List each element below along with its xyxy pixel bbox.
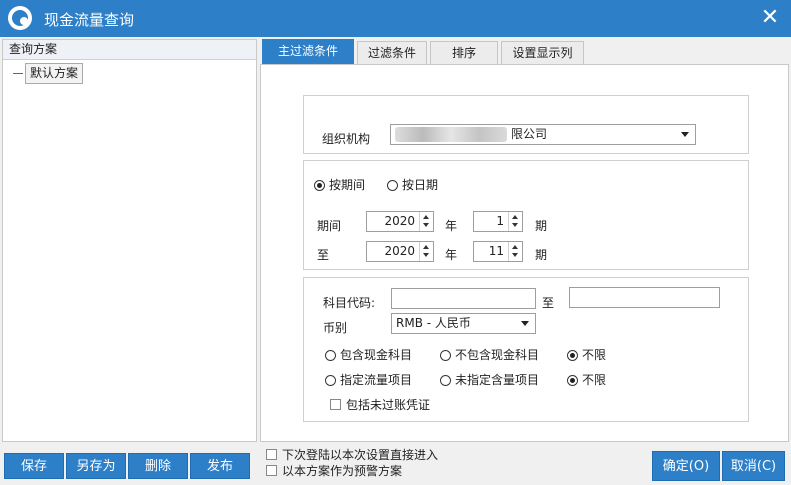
radio-cash-unlimited[interactable]: 不限 [567, 347, 606, 363]
period-from-label: 期间 [317, 219, 342, 233]
checkbox-label: 包括未过账凭证 [346, 398, 431, 412]
checkbox-next-login[interactable]: 下次登陆以本次设置直接进入 [266, 447, 438, 463]
period-unit-label: 期 [535, 219, 548, 233]
tab-display-columns[interactable]: 设置显示列 [501, 41, 584, 65]
tree-connector [13, 73, 23, 74]
currency-value: RMB - 人民币 [396, 316, 471, 330]
radio-label: 不包含现金科目 [455, 348, 540, 362]
spin-down-icon[interactable] [423, 223, 429, 227]
radio-dot [440, 375, 451, 386]
currency-select[interactable]: RMB - 人民币 [391, 313, 536, 334]
radio-label: 不限 [582, 348, 607, 362]
year-unit-label: 年 [445, 248, 458, 262]
to-period-value: 11 [488, 244, 504, 258]
spin-up-icon[interactable] [512, 245, 518, 249]
tree-item-default-scheme[interactable]: 默认方案 [25, 63, 84, 84]
radio-by-date[interactable]: 按日期 [387, 177, 438, 193]
footer-bar: 保存 另存为 删除 发布 下次登陆以本次设置直接进入 以本方案作为预警方案 确定… [0, 445, 791, 485]
from-year-value: 2020 [384, 214, 415, 228]
radio-specified-flow[interactable]: 指定流量项目 [325, 372, 412, 388]
dropdown-arrow-icon [681, 132, 689, 137]
tab-main-filter[interactable]: 主过滤条件 [262, 39, 354, 65]
dropdown-arrow-icon [521, 321, 529, 326]
tab-sort[interactable]: 排序 [430, 41, 498, 65]
spin-up-icon[interactable] [423, 245, 429, 249]
radio-dot-selected [567, 375, 578, 386]
org-select[interactable]: 限公司 [390, 124, 696, 145]
cancel-button[interactable]: 取消(C) [722, 451, 785, 481]
checkbox-box [330, 399, 341, 410]
to-year-stepper[interactable]: 2020 [366, 241, 434, 262]
scheme-panel-header: 查询方案 [3, 40, 256, 60]
radio-exclude-cash[interactable]: 不包含现金科目 [440, 347, 539, 363]
radio-flow-unlimited[interactable]: 不限 [567, 372, 606, 388]
account-group: 科目代码: 至 币别 RMB - 人民币 包含现金科目 不包含现金科目 不限 指… [303, 277, 749, 422]
radio-label: 未指定含量项目 [455, 373, 540, 387]
spin-down-icon[interactable] [512, 253, 518, 257]
checkbox-label: 以本方案作为预警方案 [282, 464, 403, 478]
org-value-suffix: 限公司 [511, 127, 548, 141]
checkbox-label: 下次登陆以本次设置直接进入 [282, 448, 439, 462]
from-period-value: 1 [496, 214, 504, 228]
to-period-stepper[interactable]: 11 [473, 241, 523, 262]
close-icon[interactable]: ✕ [757, 4, 783, 32]
radio-label: 按期间 [329, 178, 366, 192]
radio-label: 包含现金科目 [340, 348, 413, 362]
radio-dot [387, 180, 398, 191]
period-to-label: 至 [317, 248, 330, 262]
spin-up-icon[interactable] [423, 215, 429, 219]
tab-filter[interactable]: 过滤条件 [357, 41, 427, 65]
period-group: 按期间 按日期 期间 2020 年 1 期 至 2020 年 11 期 [303, 160, 749, 270]
radio-dot [325, 350, 336, 361]
radio-label: 不限 [582, 373, 607, 387]
checkbox-box [266, 449, 277, 460]
publish-button[interactable]: 发布 [190, 453, 250, 479]
checkbox-as-warning[interactable]: 以本方案作为预警方案 [266, 463, 402, 479]
radio-dot-selected [314, 180, 325, 191]
currency-label: 币别 [323, 321, 348, 335]
radio-by-period[interactable]: 按期间 [314, 177, 365, 193]
ok-button[interactable]: 确定(O) [652, 451, 720, 481]
radio-include-cash[interactable]: 包含现金科目 [325, 347, 412, 363]
checkbox-box [266, 465, 277, 476]
save-button[interactable]: 保存 [4, 453, 64, 479]
main-filter-panel: 组织机构 限公司 按期间 按日期 期间 2020 年 1 期 至 2020 年 … [260, 64, 789, 442]
checkbox-include-unposted[interactable]: 包括未过账凭证 [330, 397, 430, 413]
to-year-value: 2020 [384, 244, 415, 258]
period-unit-label: 期 [535, 248, 548, 262]
radio-dot [440, 350, 451, 361]
scheme-panel: 查询方案 默认方案 [2, 39, 257, 442]
from-period-stepper[interactable]: 1 [473, 211, 523, 232]
window-title: 现金流量查询 [44, 11, 135, 29]
account-from-input[interactable] [391, 288, 536, 309]
radio-dot [325, 375, 336, 386]
org-group: 组织机构 限公司 [303, 95, 749, 154]
account-to-label: 至 [542, 296, 555, 310]
redacted-org-name [395, 127, 507, 142]
account-code-label: 科目代码: [323, 296, 376, 310]
year-unit-label: 年 [445, 219, 458, 233]
delete-button[interactable]: 删除 [128, 453, 188, 479]
spin-down-icon[interactable] [512, 223, 518, 227]
radio-label: 指定流量项目 [340, 373, 413, 387]
org-label: 组织机构 [322, 132, 371, 146]
from-year-stepper[interactable]: 2020 [366, 211, 434, 232]
spin-down-icon[interactable] [423, 253, 429, 257]
account-to-input[interactable] [569, 287, 720, 308]
spin-up-icon[interactable] [512, 215, 518, 219]
radio-unspecified-flow[interactable]: 未指定含量项目 [440, 372, 539, 388]
radio-label: 按日期 [402, 178, 439, 192]
app-logo-icon [8, 6, 32, 30]
radio-dot-selected [567, 350, 578, 361]
save-as-button[interactable]: 另存为 [66, 453, 126, 479]
title-bar: 现金流量查询 ✕ [0, 0, 791, 37]
